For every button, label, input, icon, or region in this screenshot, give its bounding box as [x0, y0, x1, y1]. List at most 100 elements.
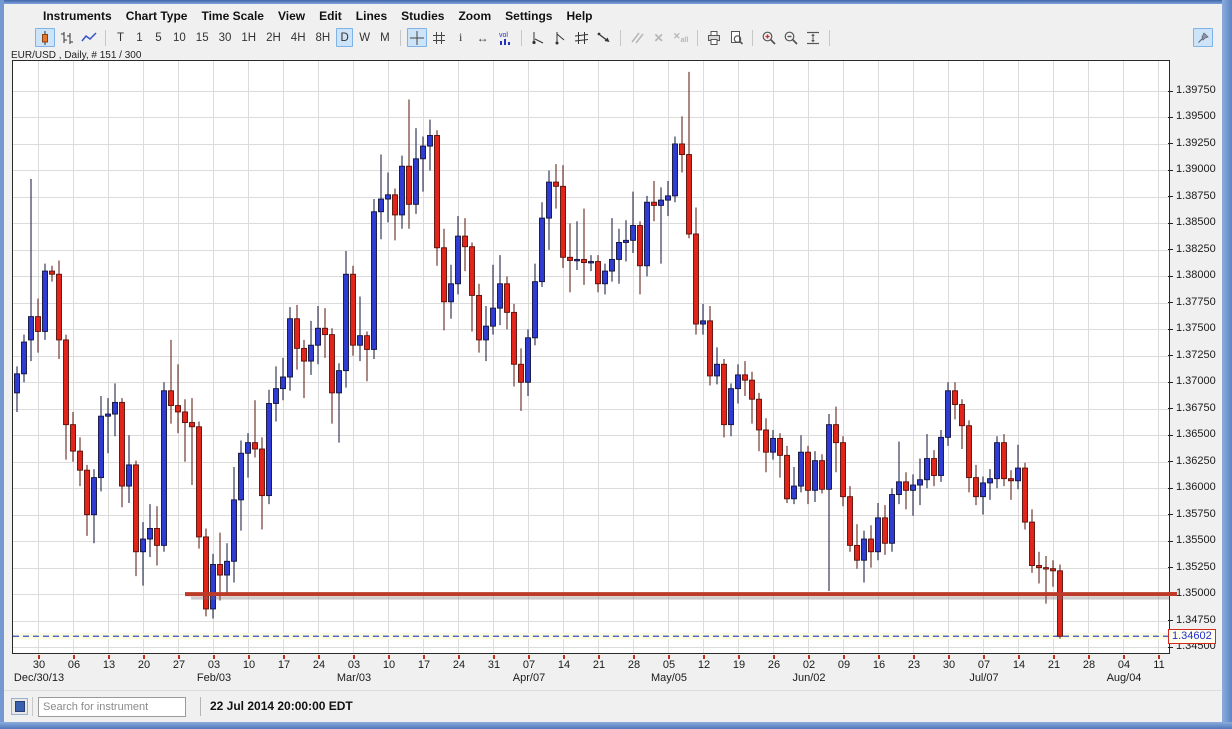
time-axis-day-label: 13	[94, 659, 124, 671]
parallel-channel-button[interactable]	[572, 28, 592, 47]
price-axis-tick	[1168, 117, 1173, 118]
menu-chart-type[interactable]: Chart Type	[119, 7, 195, 25]
price-axis-tick	[1168, 223, 1173, 224]
info-button[interactable]: i	[451, 28, 471, 47]
timeframe-30-button[interactable]: 30	[215, 28, 236, 47]
horizontal-scroll-button[interactable]: ↔	[473, 28, 493, 47]
timeframe-d-button[interactable]: D	[336, 28, 353, 47]
print-icon	[706, 30, 722, 46]
window-content: InstrumentsChart TypeTime ScaleViewEditL…	[4, 4, 1222, 722]
toolbar-separator	[521, 30, 522, 46]
menu-instruments[interactable]: Instruments	[36, 7, 119, 25]
toolbar-separator	[620, 30, 621, 46]
menu-settings[interactable]: Settings	[498, 7, 559, 25]
menu-lines[interactable]: Lines	[349, 7, 394, 25]
ohlc-bars-chart-icon	[59, 30, 75, 46]
price-axis-label: 1.37000	[1176, 375, 1216, 387]
toolbar-separator	[697, 30, 698, 46]
timeframe-1-button[interactable]: 1	[131, 28, 148, 47]
parallel-lines-icon	[629, 30, 645, 46]
status-panel-button[interactable]	[11, 698, 28, 715]
toolbar-separator	[752, 30, 753, 46]
price-axis-label: 1.37750	[1176, 296, 1216, 308]
time-axis-month-label: Apr/07	[494, 672, 564, 684]
support-line-axis-mark	[1168, 592, 1177, 596]
chart-canvas[interactable]	[13, 61, 1169, 653]
menu-bar: InstrumentsChart TypeTime ScaleViewEditL…	[4, 4, 1222, 27]
time-axis[interactable]: 3006132027031017240310172431071421280512…	[12, 654, 1170, 690]
time-axis-day-label: 24	[304, 659, 334, 671]
status-bar: 22 Jul 2014 20:00:00 EDT	[4, 690, 1222, 722]
timeframe-2h-button[interactable]: 2H	[262, 28, 285, 47]
application-window: InstrumentsChart TypeTime ScaleViewEditL…	[0, 0, 1232, 729]
line-chart-button[interactable]	[79, 28, 99, 47]
fit-vertical-icon	[805, 30, 821, 46]
timeframe-m-button[interactable]: M	[376, 28, 394, 47]
time-axis-month-label: Dec/30/13	[4, 672, 74, 684]
volume-button[interactable]: vol	[495, 28, 515, 47]
instrument-search-box[interactable]	[38, 697, 186, 717]
print-button[interactable]	[704, 28, 724, 47]
chart-plot-area[interactable]	[12, 60, 1170, 654]
gridlines	[13, 61, 1169, 653]
timeframe-15-button[interactable]: 15	[192, 28, 213, 47]
price-axis[interactable]: 1.397501.395001.392501.390001.387501.385…	[1168, 60, 1222, 654]
status-panel-icon	[15, 701, 25, 712]
delete-all-lines-icon: ✕all	[673, 31, 688, 44]
vertical-line-button[interactable]	[550, 28, 570, 47]
status-separator	[32, 697, 33, 716]
toolbar-separator	[105, 30, 106, 46]
time-axis-day-label: 12	[689, 659, 719, 671]
menu-zoom[interactable]: Zoom	[451, 7, 498, 25]
candlestick-chart-button[interactable]	[35, 28, 55, 47]
parallel-lines-button[interactable]	[627, 28, 647, 47]
window-frame-bottom	[0, 722, 1232, 729]
crosshair-button[interactable]	[407, 28, 427, 47]
time-axis-month-label: Jul/07	[949, 672, 1019, 684]
fit-vertical-button[interactable]	[803, 28, 823, 47]
price-axis-tick	[1168, 408, 1173, 409]
ohlc-bars-chart-button[interactable]	[57, 28, 77, 47]
timeframe-w-button[interactable]: W	[355, 28, 374, 47]
price-axis-tick	[1168, 196, 1173, 197]
menu-help[interactable]: Help	[559, 7, 599, 25]
candlestick-chart-icon	[37, 30, 53, 46]
menu-time-scale[interactable]: Time Scale	[194, 7, 270, 25]
price-axis-tick	[1168, 276, 1173, 277]
timeframe-8h-button[interactable]: 8H	[312, 28, 335, 47]
print-preview-button[interactable]	[726, 28, 746, 47]
zoom-in-button[interactable]	[759, 28, 779, 47]
timeframe-4h-button[interactable]: 4H	[287, 28, 310, 47]
price-axis-tick	[1168, 302, 1173, 303]
timeframe-10-button[interactable]: 10	[169, 28, 190, 47]
zoom-out-button[interactable]	[781, 28, 801, 47]
trendline-button[interactable]	[528, 28, 548, 47]
grid-button[interactable]	[429, 28, 449, 47]
price-axis-label: 1.37500	[1176, 322, 1216, 334]
timeframe-1h-button[interactable]: 1H	[237, 28, 260, 47]
delete-line-button[interactable]: ✕	[649, 28, 669, 47]
line-chart-icon	[81, 30, 97, 46]
crosshair-icon	[409, 30, 425, 46]
delete-all-lines-button[interactable]: ✕all	[671, 28, 691, 47]
menu-studies[interactable]: Studies	[394, 7, 451, 25]
search-input[interactable]	[43, 701, 185, 713]
menu-view[interactable]: View	[271, 7, 312, 25]
menu-edit[interactable]: Edit	[312, 7, 349, 25]
timeframe-5-button[interactable]: 5	[150, 28, 167, 47]
ray-button[interactable]	[594, 28, 614, 47]
time-axis-day-label: 16	[864, 659, 894, 671]
price-axis-label: 1.39750	[1176, 84, 1216, 96]
time-axis-day-label: 14	[549, 659, 579, 671]
parallel-channel-icon	[574, 30, 590, 46]
price-axis-label: 1.35500	[1176, 534, 1216, 546]
timeframe-t-button[interactable]: T	[112, 28, 129, 47]
time-axis-day-label: 27	[164, 659, 194, 671]
delete-line-icon: ✕	[654, 31, 664, 45]
price-axis-label: 1.36250	[1176, 455, 1216, 467]
time-axis-month-label: Aug/04	[1089, 672, 1159, 684]
time-axis-day-label: 03	[199, 659, 229, 671]
horizontal-scroll-icon: ↔	[477, 31, 489, 45]
toolbar-separator	[400, 30, 401, 46]
pin-button[interactable]	[1193, 28, 1213, 47]
